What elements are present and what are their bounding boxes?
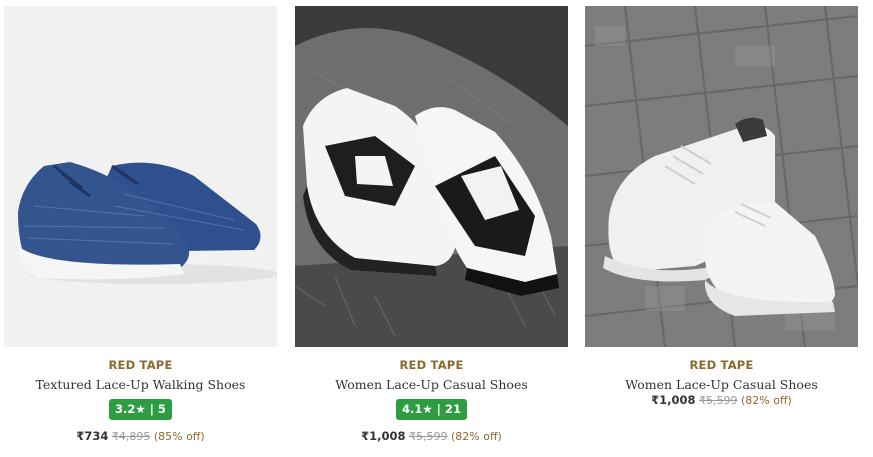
original-price: ₹5,599 <box>409 430 448 443</box>
rating-badge: 4.1★ | 21 <box>396 399 467 420</box>
discount-label: (85% off) <box>153 430 205 443</box>
white-shoes-image <box>585 6 858 347</box>
current-price: ₹1,008 <box>651 393 696 407</box>
brand-label: RED TAPE <box>689 358 754 372</box>
price-row: ₹1,008 ₹5,599 (82% off) <box>295 429 568 443</box>
rating-badge: 3.2★ | 5 <box>109 399 172 420</box>
product-card[interactable]: RED TAPE Textured Lace-Up Walking Shoes … <box>4 6 277 443</box>
brand-label: RED TAPE <box>108 358 173 372</box>
product-name[interactable]: Women Lace-Up Casual Shoes <box>295 377 568 392</box>
price-row: ₹1,008 ₹5,599 (82% off) <box>585 393 858 407</box>
original-price: ₹4,895 <box>111 430 151 443</box>
discount-label: (82% off) <box>741 394 792 407</box>
current-price: ₹734 <box>76 429 109 443</box>
product-name[interactable]: Textured Lace-Up Walking Shoes <box>4 377 277 392</box>
original-price: ₹5,599 <box>699 394 738 407</box>
current-price: ₹1,008 <box>361 429 406 443</box>
product-name[interactable]: Women Lace-Up Casual Shoes <box>585 377 858 392</box>
product-image[interactable] <box>295 6 568 347</box>
discount-label: (82% off) <box>451 430 502 443</box>
price-row: ₹734 ₹4,895 (85% off) <box>4 429 277 443</box>
product-image[interactable] <box>585 6 858 347</box>
product-grid: RED TAPE Textured Lace-Up Walking Shoes … <box>0 0 873 457</box>
product-card[interactable]: RED TAPE Women Lace-Up Casual Shoes ₹1,0… <box>585 6 858 407</box>
product-card[interactable]: RED TAPE Women Lace-Up Casual Shoes 4.1★… <box>295 6 568 443</box>
product-image[interactable] <box>4 6 277 347</box>
blue-shoes-image <box>4 6 277 347</box>
black-white-shoes-image <box>295 6 568 347</box>
brand-label: RED TAPE <box>399 358 464 372</box>
